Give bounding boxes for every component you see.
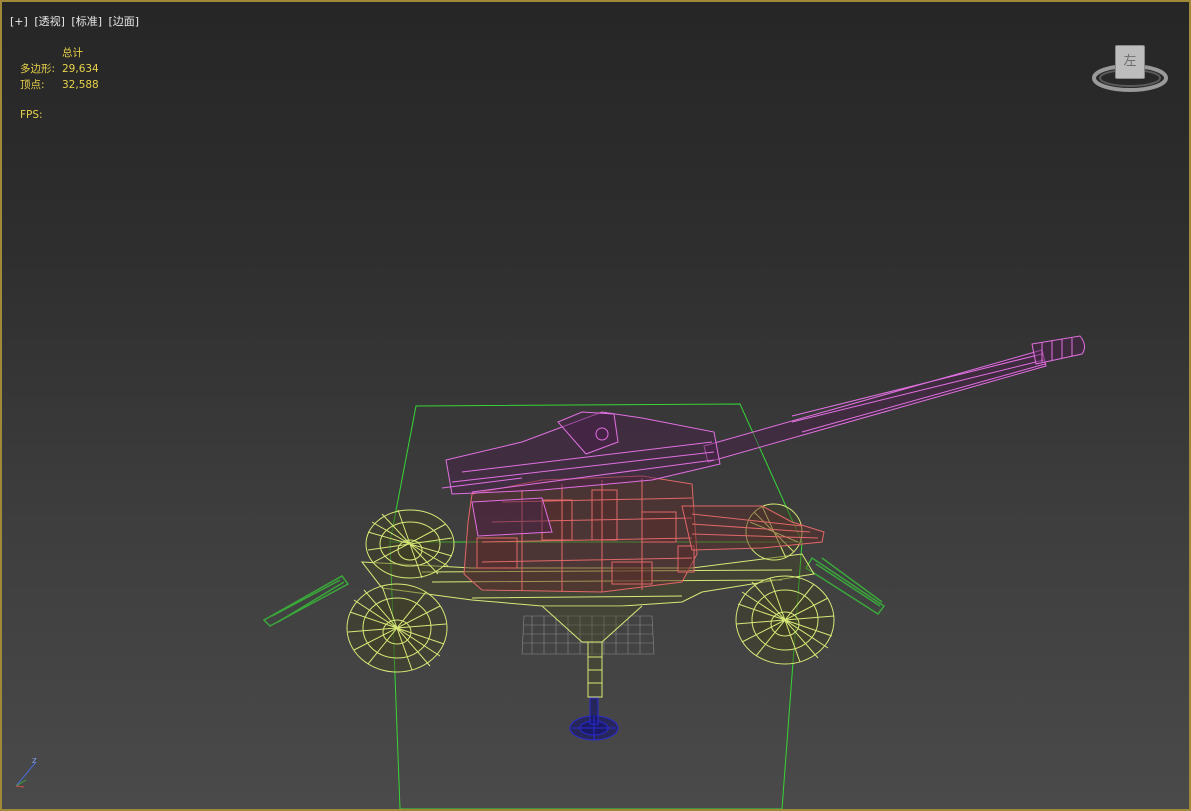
viewport-menu-plus[interactable]: [+]: [10, 15, 28, 28]
viewcube-icon[interactable]: 左: [1090, 40, 1170, 100]
stats-header: 总计: [62, 47, 83, 59]
polys-value: 29,634: [62, 63, 99, 75]
axis-z-label: z: [32, 756, 37, 766]
rear-right-wheel: [735, 575, 835, 665]
rear-left-wheel: [346, 583, 448, 673]
viewport-display-menu[interactable]: [边面]: [109, 15, 140, 28]
viewport-pov-menu[interactable]: [透视]: [34, 15, 65, 28]
polys-label: 多边形:: [20, 63, 56, 75]
viewport-label: [+] [透视] [标准] [边面]: [10, 13, 142, 29]
front-left-wheel: [365, 509, 455, 579]
viewcube-face-left[interactable]: 左: [1115, 45, 1145, 79]
base-plate: [569, 697, 619, 741]
verts-value: 32,588: [62, 79, 99, 91]
wireframe-scene: [262, 335, 1086, 809]
perspective-viewport[interactable]: [+] [透视] [标准] [边面] 总计 多边形: 29,634 顶点: 32,5…: [0, 0, 1191, 811]
axis-tripod-icon: z: [15, 756, 37, 788]
fps-label: FPS:: [20, 109, 43, 121]
viewport-shading-menu[interactable]: [标准]: [71, 15, 102, 28]
left-outrigger: [262, 575, 350, 627]
scene-statistics: 总计 多边形: 29,634 顶点: 32,588: [20, 45, 99, 93]
verts-label: 顶点:: [20, 79, 45, 91]
